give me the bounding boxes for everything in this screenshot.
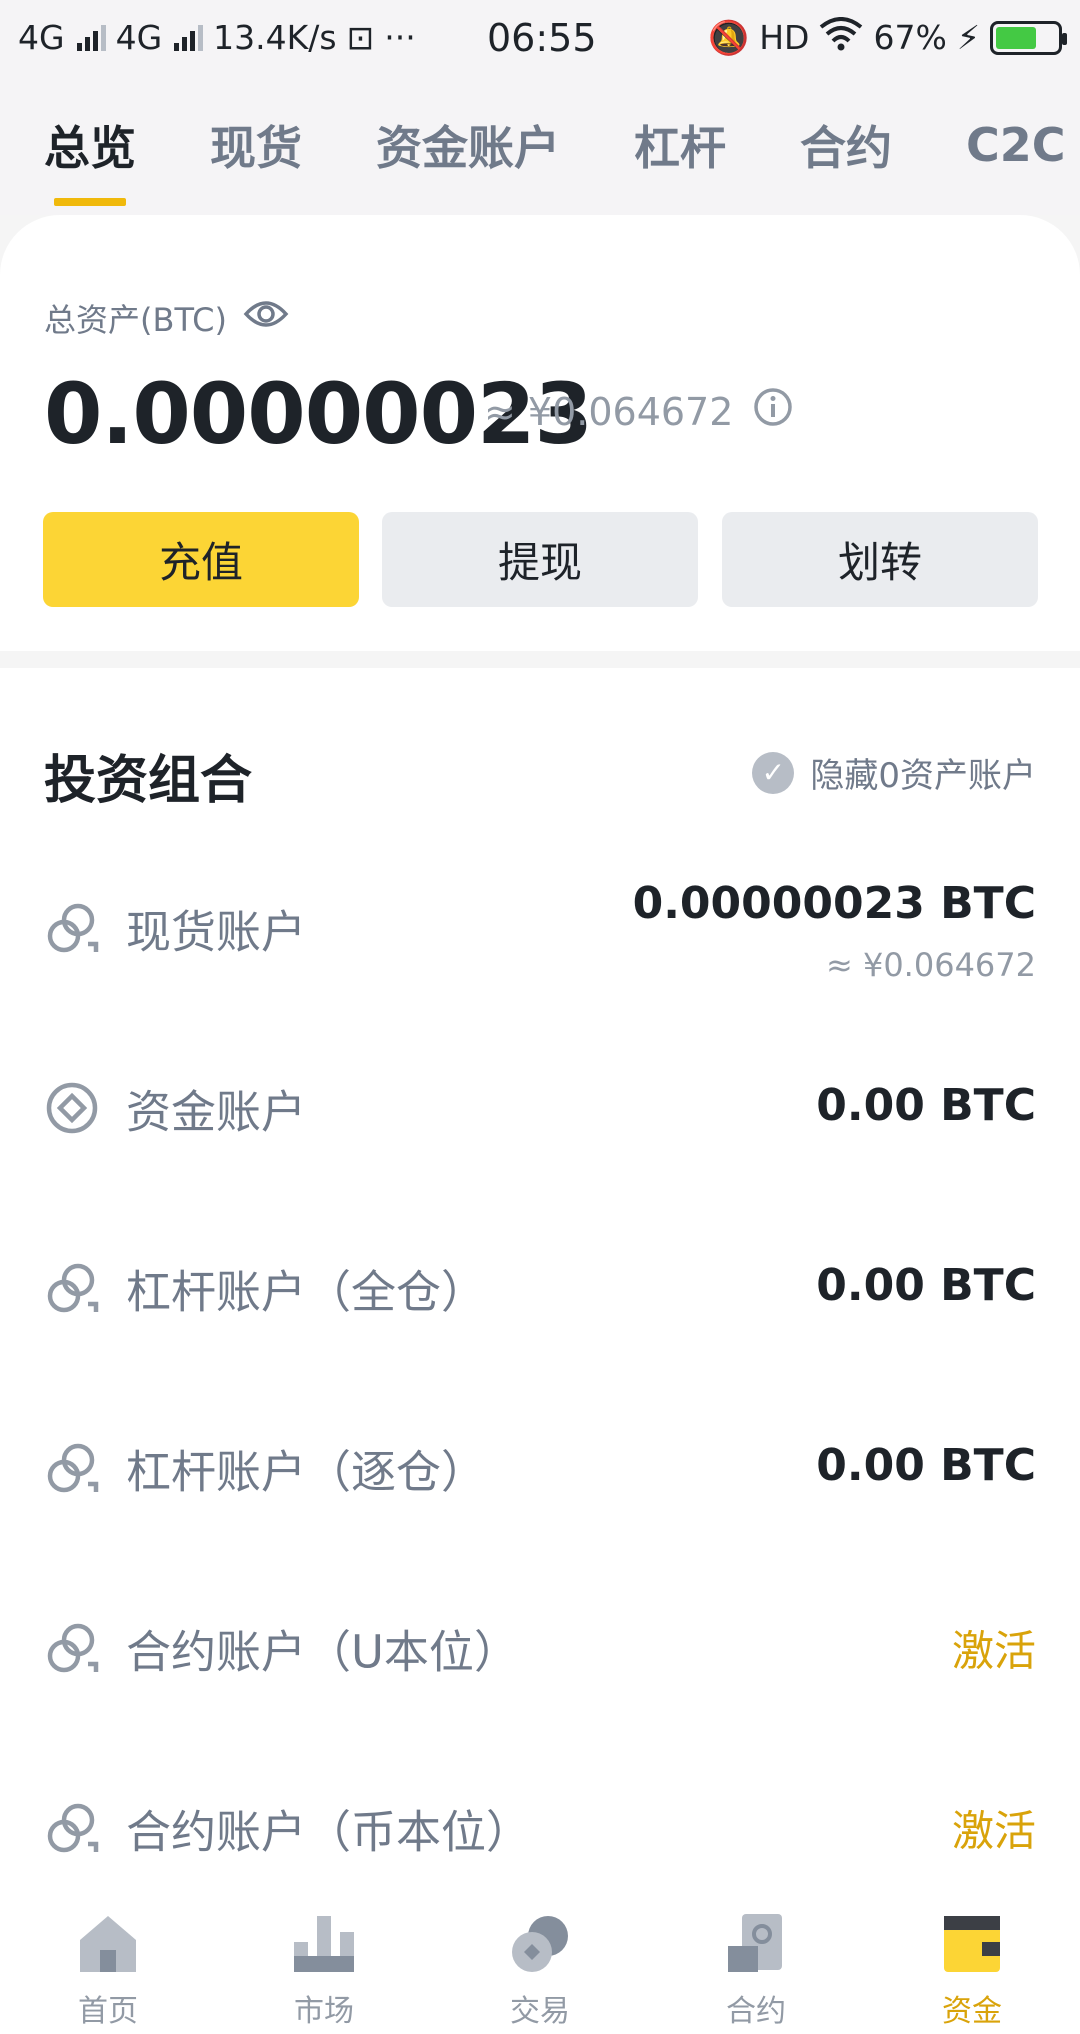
nav-futures[interactable]: 合约	[648, 1912, 864, 2030]
account-row-margin-cross[interactable]: 杠杆账户（全仓） 0.00 BTC	[0, 1198, 1080, 1378]
coins-icon	[47, 1623, 99, 1673]
battery-level	[996, 26, 1037, 49]
account-row-margin-isolated[interactable]: 杠杆账户（逐仓） 0.00 BTC	[0, 1378, 1080, 1558]
nav-home[interactable]: 首页	[0, 1912, 216, 2030]
total-assets-approx: ≈ ¥0.064672	[484, 389, 734, 434]
account-name: 资金账户	[126, 1085, 307, 1139]
tab-c2c[interactable]: C2C	[966, 118, 1066, 172]
futures-icon	[728, 1914, 782, 1972]
funding-icon	[46, 1082, 98, 1134]
nav-market[interactable]: 市场	[216, 1912, 432, 2030]
account-tabs: 总览 现货 资金账户 杠杆 合约 C2C	[0, 75, 1080, 215]
account-value: 0.00000023 BTC	[632, 878, 1036, 929]
more-dots-icon: ···	[384, 18, 416, 57]
hd-badge: HD	[759, 18, 810, 57]
signal-2-icon	[174, 24, 204, 51]
notification-icon: ⊡	[346, 18, 375, 57]
account-value: 0.00 BTC	[816, 1080, 1036, 1131]
wallet-icon	[944, 1916, 1000, 1972]
nav-label: 市场	[294, 1994, 354, 2029]
tab-spot[interactable]: 现货	[210, 112, 302, 178]
nav-label: 交易	[510, 1994, 570, 2029]
account-approx: ≈ ¥0.064672	[825, 946, 1036, 984]
coins-icon	[47, 903, 99, 953]
deposit-button[interactable]: 充值	[43, 512, 359, 607]
coins-icon	[47, 1803, 99, 1853]
withdraw-button[interactable]: 提现	[382, 512, 698, 607]
hide-zero-toggle[interactable]: ✓ 隐藏0资产账户	[752, 748, 1036, 797]
hide-zero-label: 隐藏0资产账户	[810, 756, 1036, 796]
account-name: 杠杆账户（逐仓）	[126, 1445, 487, 1499]
tab-overview[interactable]: 总览	[44, 112, 136, 206]
account-name: 现货账户	[126, 905, 307, 959]
coins-icon	[47, 1263, 99, 1313]
account-name: 合约账户（币本位）	[126, 1805, 532, 1859]
status-right: 🔕 HD 67% ⚡	[708, 16, 1067, 59]
coins-icon	[47, 1443, 99, 1493]
clock: 06:55	[487, 16, 597, 60]
network-2: 4G	[115, 18, 163, 57]
battery-percent: 67%	[873, 18, 947, 57]
account-value: 0.00 BTC	[816, 1260, 1036, 1311]
account-row-futures-usdm[interactable]: 合约账户（U本位） 激活	[0, 1558, 1080, 1738]
nav-funds[interactable]: 资金	[864, 1912, 1080, 2030]
transfer-button[interactable]: 划转	[722, 512, 1038, 607]
total-assets-label-row: 总资产(BTC)	[44, 295, 289, 341]
portfolio-section: 投资组合 ✓ 隐藏0资产账户 现货账户 0.00000023 BTC ≈ ¥0.…	[0, 668, 1080, 1890]
nav-label: 资金	[942, 1994, 1002, 2029]
trade-icon	[512, 1916, 568, 1972]
activate-link[interactable]: 激活	[952, 1798, 1036, 1859]
status-bar: 4G 4G 13.4K/s ⊡ ··· 06:55 🔕 HD 67% ⚡	[0, 0, 1080, 75]
market-icon	[294, 1916, 354, 1972]
network-speed: 13.4K/s	[213, 18, 337, 57]
account-row-spot[interactable]: 现货账户 0.00000023 BTC ≈ ¥0.064672	[0, 838, 1080, 1018]
tab-futures[interactable]: 合约	[800, 112, 892, 178]
charging-icon: ⚡	[956, 18, 980, 57]
account-value: 0.00 BTC	[816, 1440, 1036, 1491]
nav-trade[interactable]: 交易	[432, 1912, 648, 2030]
eye-icon[interactable]	[243, 298, 289, 338]
portfolio-title: 投资组合	[44, 751, 253, 811]
tab-funding[interactable]: 资金账户	[376, 112, 560, 178]
wifi-icon	[819, 16, 863, 59]
total-assets-approx-row: ≈ ¥0.064672	[484, 387, 793, 436]
info-icon[interactable]	[753, 387, 793, 436]
overview-card: 总资产(BTC) 0.00000023 ≈ ¥0.064672 充值 提现 划转	[0, 215, 1080, 651]
total-assets-label: 总资产(BTC)	[44, 301, 227, 339]
network-1: 4G	[18, 18, 65, 57]
home-icon	[80, 1916, 136, 1972]
bottom-nav: 首页 市场 交易 合约 资金	[0, 1890, 1080, 2034]
account-row-funding[interactable]: 资金账户 0.00 BTC	[0, 1018, 1080, 1198]
account-name: 合约账户（U本位）	[126, 1625, 519, 1679]
status-left: 4G 4G 13.4K/s ⊡ ···	[18, 18, 416, 57]
nav-label: 合约	[726, 1994, 786, 2029]
silent-bell-icon: 🔕	[708, 17, 750, 57]
nav-label: 首页	[78, 1994, 138, 2029]
battery-icon	[990, 20, 1067, 55]
signal-1-icon	[76, 24, 106, 51]
tab-margin[interactable]: 杠杆	[634, 112, 726, 178]
account-name: 杠杆账户（全仓）	[126, 1265, 487, 1319]
check-icon[interactable]: ✓	[752, 751, 795, 794]
activate-link[interactable]: 激活	[952, 1618, 1036, 1679]
